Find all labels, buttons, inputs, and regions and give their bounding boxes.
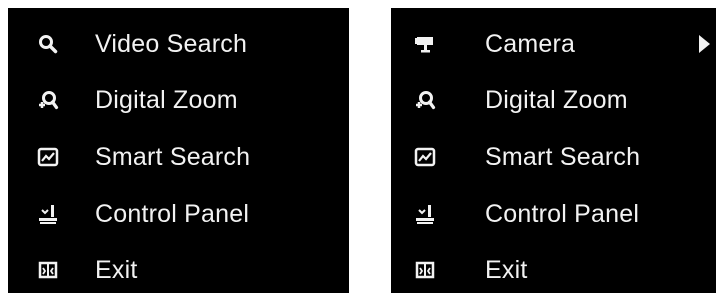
digital-zoom-icon [413, 88, 437, 112]
menu-item-digital-zoom[interactable]: Digital Zoom [8, 75, 349, 125]
search-icon [36, 32, 60, 56]
control-panel-icon [36, 202, 60, 226]
context-menu-left: Video Search Digital Zoom Smart Search C… [8, 8, 349, 293]
menu-item-label: Digital Zoom [95, 85, 238, 114]
page: Video Search Digital Zoom Smart Search C… [0, 0, 721, 298]
menu-item-video-search[interactable]: Video Search [8, 19, 349, 69]
menu-item-label: Digital Zoom [485, 85, 628, 114]
menu-item-label: Video Search [95, 29, 248, 58]
context-menu-right: Camera Digital Zoom Smart Search Control… [391, 8, 716, 293]
menu-item-smart-search[interactable]: Smart Search [8, 132, 349, 182]
control-panel-icon [413, 202, 437, 226]
menu-item-exit[interactable]: Exit [391, 245, 716, 295]
exit-icon [413, 258, 437, 282]
menu-item-smart-search[interactable]: Smart Search [391, 132, 716, 182]
menu-item-label: Smart Search [95, 142, 251, 171]
menu-item-label: Control Panel [485, 199, 640, 228]
menu-item-camera[interactable]: Camera [391, 19, 716, 69]
digital-zoom-icon [36, 88, 60, 112]
smart-search-icon [36, 145, 60, 169]
menu-item-label: Exit [485, 255, 528, 284]
menu-item-control-panel[interactable]: Control Panel [391, 189, 716, 239]
menu-item-digital-zoom[interactable]: Digital Zoom [391, 75, 716, 125]
submenu-arrow-icon [699, 35, 710, 53]
menu-item-label: Exit [95, 255, 138, 284]
menu-item-label: Control Panel [95, 199, 250, 228]
menu-item-label: Smart Search [485, 142, 641, 171]
smart-search-icon [413, 145, 437, 169]
camera-icon [413, 32, 437, 56]
exit-icon [36, 258, 60, 282]
menu-item-control-panel[interactable]: Control Panel [8, 189, 349, 239]
menu-item-label: Camera [485, 29, 576, 58]
menu-item-exit[interactable]: Exit [8, 245, 349, 295]
